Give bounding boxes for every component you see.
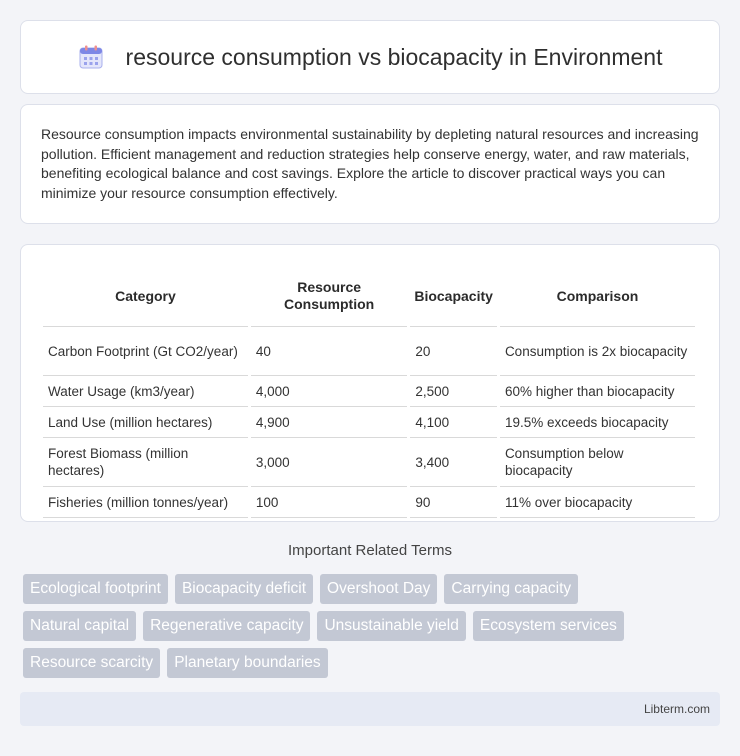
tag-resource-scarcity[interactable]: Resource scarcity: [23, 648, 161, 678]
page-title: resource consumption vs biocapacity in E…: [125, 43, 663, 70]
tag-row: Resource scarcity Planetary boundaries: [23, 648, 723, 678]
table-cell: 40: [250, 327, 408, 376]
tag-carrying-capacity[interactable]: Carrying capacity: [444, 574, 579, 604]
tag-overshoot-day[interactable]: Overshoot Day: [320, 574, 438, 604]
intro-card: Resource consumption impacts environment…: [20, 104, 720, 224]
table-row: Forest Biomass (million hectares) 3,000 …: [43, 438, 695, 487]
table-cell: 2,500: [410, 376, 497, 407]
table-cell: 4,100: [410, 407, 497, 438]
comparison-table: Category Resource Consumption Biocapacit…: [40, 265, 698, 518]
table-cell: 19.5% exceeds biocapacity: [499, 407, 695, 438]
table-cell: Carbon Footprint (Gt CO2/year): [43, 327, 248, 376]
table-cell: Consumption is 2x biocapacity: [499, 327, 695, 376]
tag-unsustainable-yield[interactable]: Unsustainable yield: [317, 611, 466, 641]
table-cell: 4,000: [250, 376, 408, 407]
table-cell: 11% over biocapacity: [499, 487, 695, 518]
table-cell: Water Usage (km3/year): [43, 376, 248, 407]
table-cell: 100: [250, 487, 408, 518]
column-header-biocapacity: Biocapacity: [410, 265, 497, 327]
table-header-row: Category Resource Consumption Biocapacit…: [43, 265, 695, 327]
table-cell: 4,900: [250, 407, 408, 438]
table-cell: Forest Biomass (million hectares): [43, 438, 248, 487]
related-terms-title: Important Related Terms: [288, 542, 452, 559]
tag-row: Ecological footprint Biocapacity deficit…: [23, 574, 723, 604]
calendar-icon: [78, 44, 104, 70]
tag-ecosystem-services[interactable]: Ecosystem services: [472, 611, 624, 641]
column-header-resource-consumption: Resource Consumption: [250, 265, 408, 327]
table-cell: Fisheries (million tonnes/year): [43, 487, 248, 518]
tag-ecological-footprint[interactable]: Ecological footprint: [23, 574, 168, 604]
tag-biocapacity-deficit[interactable]: Biocapacity deficit: [174, 574, 314, 604]
footer-site-link[interactable]: Libterm.com: [644, 702, 710, 716]
table-cell: 60% higher than biocapacity: [499, 376, 695, 407]
tag-natural-capital[interactable]: Natural capital: [23, 611, 137, 641]
tag-regenerative-capacity[interactable]: Regenerative capacity: [143, 611, 311, 641]
tag-row: Natural capital Regenerative capacity Un…: [23, 611, 723, 641]
table-cell: 3,400: [410, 438, 497, 487]
table-cell: 20: [410, 327, 497, 376]
title-wrap: resource consumption vs biocapacity in E…: [78, 43, 663, 71]
table-row: Land Use (million hectares) 4,900 4,100 …: [43, 407, 695, 438]
footer: Libterm.com: [20, 692, 720, 726]
table-cell: 3,000: [250, 438, 408, 487]
table-cell: 90: [410, 487, 497, 518]
header-card: resource consumption vs biocapacity in E…: [20, 20, 720, 94]
related-terms-tags: Ecological footprint Biocapacity deficit…: [23, 574, 723, 685]
tag-planetary-boundaries[interactable]: Planetary boundaries: [167, 648, 328, 678]
table-row: Carbon Footprint (Gt CO2/year) 40 20 Con…: [43, 327, 695, 376]
table-row: Water Usage (km3/year) 4,000 2,500 60% h…: [43, 376, 695, 407]
column-header-category: Category: [43, 265, 248, 327]
intro-paragraph: Resource consumption impacts environment…: [41, 126, 699, 201]
column-header-comparison: Comparison: [499, 265, 695, 327]
table-cell: Land Use (million hectares): [43, 407, 248, 438]
table-cell: Consumption below biocapacity: [499, 438, 695, 487]
table-card: Category Resource Consumption Biocapacit…: [20, 244, 720, 522]
table-row: Fisheries (million tonnes/year) 100 90 1…: [43, 487, 695, 518]
